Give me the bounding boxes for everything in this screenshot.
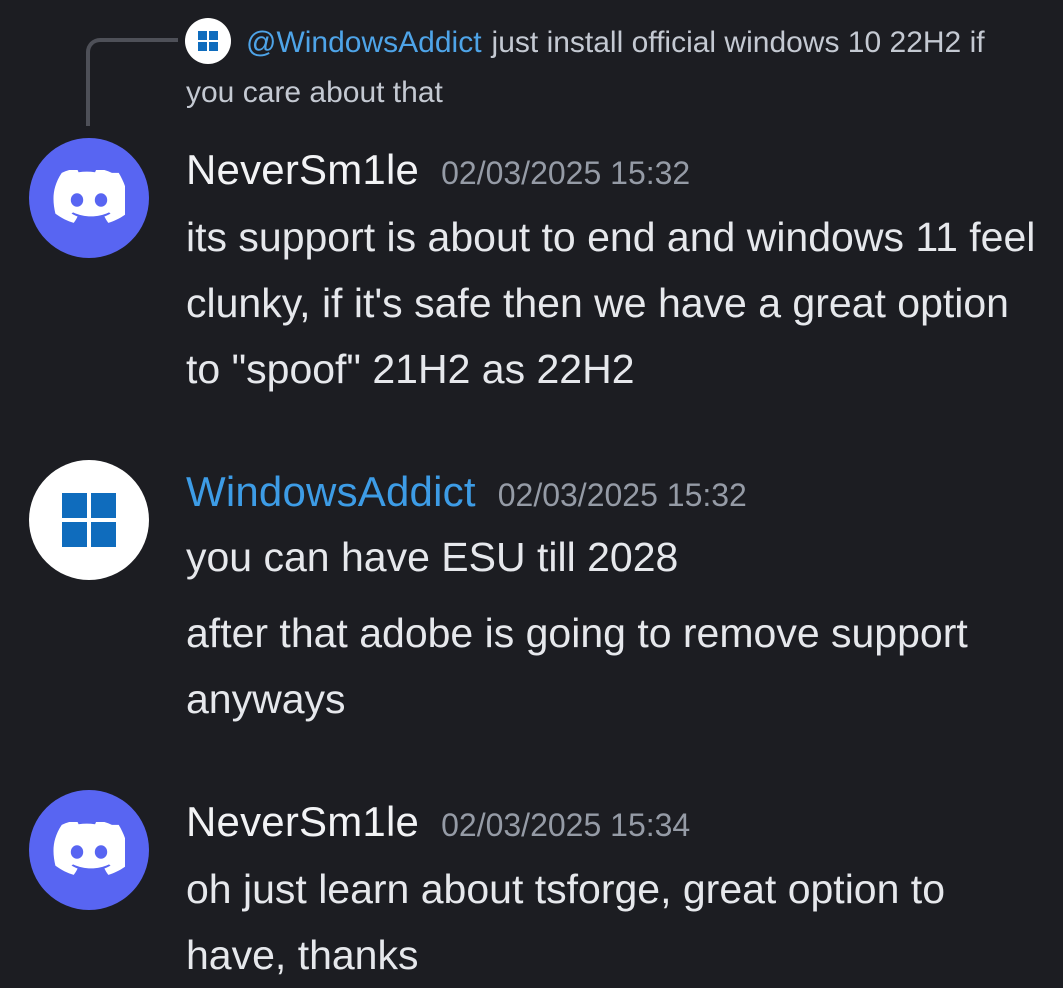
discord-logo-icon: [53, 822, 125, 875]
reply-connector-line: [86, 38, 178, 126]
message-text: oh just learn about tsforge, great optio…: [186, 866, 946, 978]
avatar[interactable]: [29, 790, 149, 910]
discord-logo-icon: [53, 170, 125, 223]
message-content: oh just learn about tsforge, great optio…: [186, 856, 1046, 988]
message-header: WindowsAddict 02/03/2025 15:32: [186, 468, 747, 516]
message-group: WindowsAddict 02/03/2025 15:32 you can ha…: [0, 460, 1063, 760]
timestamp: 02/03/2025 15:34: [441, 807, 691, 843]
username[interactable]: NeverSm1le: [186, 798, 419, 845]
chat-message-list: @WindowsAddict just install official wind…: [0, 0, 1063, 984]
reply-content[interactable]: @WindowsAddict just install official wind…: [186, 18, 1026, 118]
message-content: its support is about to end and windows …: [186, 204, 1046, 402]
message-text: its support is about to end and windows …: [186, 214, 1036, 392]
timestamp: 02/03/2025 15:32: [497, 477, 747, 513]
windows-logo-icon: [62, 493, 116, 547]
message-group: NeverSm1le 02/03/2025 15:32 its support i…: [0, 138, 1063, 438]
username[interactable]: NeverSm1le: [186, 146, 419, 193]
message-text: after that adobe is going to remove supp…: [186, 610, 968, 722]
avatar[interactable]: [29, 460, 149, 580]
message-group: NeverSm1le 02/03/2025 15:34 oh just learn…: [0, 790, 1063, 984]
timestamp: 02/03/2025 15:32: [441, 155, 691, 191]
message-header: NeverSm1le 02/03/2025 15:34: [186, 798, 690, 846]
username[interactable]: WindowsAddict: [186, 468, 476, 515]
reply-preview[interactable]: @WindowsAddict just install official wind…: [0, 0, 1063, 130]
avatar[interactable]: [29, 138, 149, 258]
reply-mention[interactable]: @WindowsAddict: [246, 26, 482, 59]
message-content: you can have ESU till 2028 after that ad…: [186, 524, 1046, 732]
message-header: NeverSm1le 02/03/2025 15:32: [186, 146, 690, 194]
message-text: you can have ESU till 2028: [186, 534, 679, 580]
